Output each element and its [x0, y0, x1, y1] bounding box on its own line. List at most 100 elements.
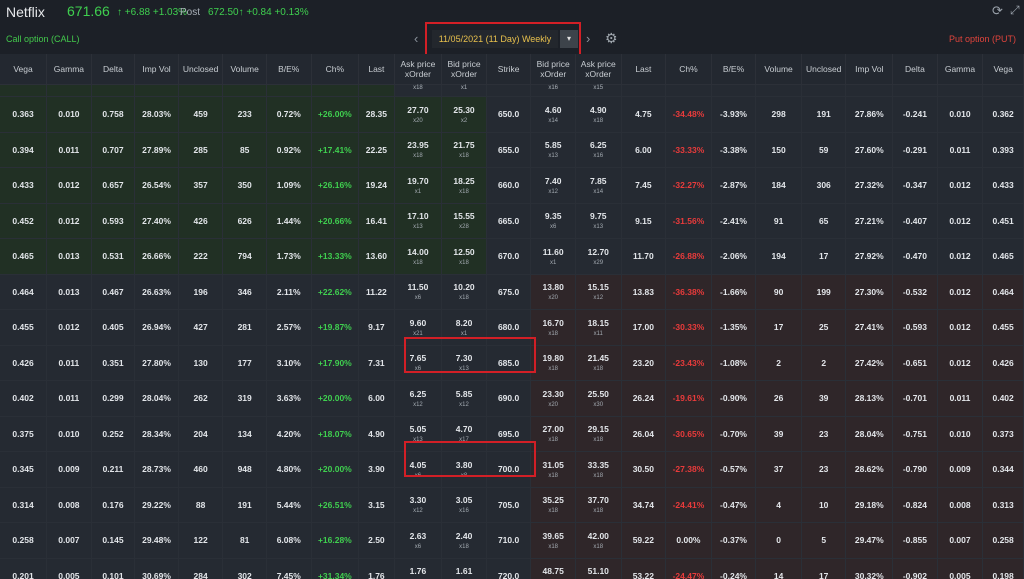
- call-bid-cell[interactable]: 12.50 x18: [441, 238, 487, 275]
- table-row[interactable]: 0.394 0.011 0.707 27.89% 285 85 0.92% +17.41% 22…: [0, 132, 1024, 168]
- column-header[interactable]: Volume: [222, 54, 267, 85]
- call-bid-cell[interactable]: 10.20 x18: [441, 274, 487, 310]
- column-header[interactable]: Imp Vol: [845, 54, 894, 85]
- table-row[interactable]: 0.375 0.010 0.252 28.34% 204 134 4.20% +18.07% 4…: [0, 416, 1024, 452]
- put-ask-cell[interactable]: 37.70 x18: [575, 487, 622, 523]
- column-header[interactable]: Bid price xOrder: [530, 54, 576, 85]
- column-header[interactable]: Last: [358, 54, 395, 85]
- column-header[interactable]: Vega: [982, 54, 1024, 85]
- chevron-down-icon[interactable]: ▾: [560, 30, 578, 48]
- call-bid-cell[interactable]: 1.61x10: [441, 558, 487, 579]
- column-header[interactable]: Ch%: [665, 54, 712, 85]
- put-bid-cell[interactable]: 7.40 x12: [530, 167, 576, 204]
- column-header[interactable]: Gamma: [46, 54, 92, 85]
- put-ask-cell[interactable]: 29.15 x18: [575, 416, 622, 452]
- put-ask-cell[interactable]: 12.70 x29: [575, 238, 622, 275]
- call-ask-cell[interactable]: 9.60 x21: [394, 309, 443, 346]
- table-row[interactable]: 0.426 0.011 0.351 27.80% 130 177 3.10% +17.90% 7…: [0, 345, 1024, 381]
- column-header[interactable]: Delta: [892, 54, 938, 85]
- call-ask-cell[interactable]: 5.05 x13: [394, 416, 443, 452]
- call-ask-cell[interactable]: 3.30 x12: [394, 487, 443, 523]
- put-bid-cell[interactable]: 39.65 x18: [530, 522, 576, 559]
- call-ask-cell[interactable]: 7.65 x6: [394, 345, 443, 381]
- put-bid-cell[interactable]: 27.00 x18: [530, 416, 576, 452]
- column-header[interactable]: Unclosed: [178, 54, 224, 85]
- put-bid-cell[interactable]: 5.85 x13: [530, 132, 576, 168]
- table-row[interactable]: 0.464 0.013 0.467 26.63% 196 346 2.11% +22.62% 1…: [0, 274, 1024, 310]
- call-bid-cell[interactable]: 2.40 x18: [441, 522, 487, 559]
- column-header[interactable]: B/E%: [711, 54, 757, 85]
- column-header[interactable]: Delta: [91, 54, 136, 85]
- call-ask-cell[interactable]: 2.63 x6: [394, 522, 443, 559]
- put-ask-cell[interactable]: 7.85 x14: [575, 167, 622, 204]
- prev-expiry-icon[interactable]: ‹: [414, 31, 418, 46]
- call-bid-cell[interactable]: 15.55 x28: [441, 203, 487, 239]
- table-row[interactable]: 0.314 0.008 0.176 29.22% 88 191 5.44% +26.51% 3.…: [0, 487, 1024, 523]
- put-ask-cell[interactable]: 42.00 x18: [575, 522, 622, 559]
- put-bid-cell[interactable]: 31.05 x18: [530, 451, 576, 488]
- put-bid-cell[interactable]: 16.70 x18: [530, 309, 576, 346]
- call-ask-cell[interactable]: 17.10 x13: [394, 203, 443, 239]
- call-bid-cell[interactable]: 3.80 x8: [441, 451, 487, 488]
- expiry-select[interactable]: 11/05/2021 (11 Day) Weekly: [432, 30, 558, 48]
- call-ask-cell[interactable]: 1.76x4: [394, 558, 443, 579]
- column-header[interactable]: Ask price xOrder: [394, 54, 443, 85]
- column-header[interactable]: Volume: [755, 54, 802, 85]
- call-ask-cell[interactable]: 6.25 x12: [394, 380, 443, 417]
- call-ask-cell[interactable]: 19.70 x1: [394, 167, 443, 204]
- put-ask-cell[interactable]: 51.10x1: [575, 558, 622, 579]
- column-header[interactable]: Last: [621, 54, 667, 85]
- call-bid-cell[interactable]: 8.20 x1: [441, 309, 487, 346]
- put-ask-cell[interactable]: 25.50 x30: [575, 380, 622, 417]
- call-bid-cell[interactable]: 25.30 x2: [441, 96, 487, 133]
- call-ask-cell[interactable]: 23.95 x18: [394, 132, 443, 168]
- put-bid-cell[interactable]: 19.80 x18: [530, 345, 576, 381]
- column-header[interactable]: Unclosed: [801, 54, 847, 85]
- call-ask-cell[interactable]: 11.50 x6: [394, 274, 443, 310]
- table-row[interactable]: 0.452 0.012 0.593 27.40% 426 626 1.44% +20.66% 1…: [0, 203, 1024, 239]
- call-bid-cell[interactable]: 21.75 x18: [441, 132, 487, 168]
- put-ask-cell[interactable]: 9.75 x13: [575, 203, 622, 239]
- put-bid-cell[interactable]: 35.25 x18: [530, 487, 576, 523]
- table-row[interactable]: 0.363 0.010 0.758 28.03% 459 233 0.72% +26.00% 2…: [0, 96, 1024, 133]
- put-ask-cell[interactable]: 6.25 x16: [575, 132, 622, 168]
- put-ask-cell[interactable]: 21.45 x18: [575, 345, 622, 381]
- call-bid-cell[interactable]: 4.70 x17: [441, 416, 487, 452]
- table-row[interactable]: 0.465 0.013 0.531 26.66% 222 794 1.73% +13.33% 1…: [0, 238, 1024, 275]
- call-ask-cell[interactable]: 27.70 x20: [394, 96, 443, 133]
- put-ask-cell[interactable]: 4.90 x18: [575, 96, 622, 133]
- call-bid-cell[interactable]: 7.30 x13: [441, 345, 487, 381]
- call-ask-cell[interactable]: 4.05 x6: [394, 451, 443, 488]
- put-bid-cell[interactable]: 13.80 x20: [530, 274, 576, 310]
- column-header[interactable]: Vega: [0, 54, 48, 85]
- expand-icon[interactable]: ⤢: [1010, 3, 1020, 18]
- put-bid-cell[interactable]: 11.60 x1: [530, 238, 576, 275]
- column-header[interactable]: Ch%: [311, 54, 360, 85]
- put-bid-cell[interactable]: 23.30 x20: [530, 380, 576, 417]
- call-bid-cell[interactable]: 3.05 x16: [441, 487, 487, 523]
- next-expiry-icon[interactable]: ›: [586, 31, 590, 46]
- column-header[interactable]: Bid price xOrder: [441, 54, 487, 85]
- column-header[interactable]: Ask price xOrder: [575, 54, 622, 85]
- column-header[interactable]: Gamma: [937, 54, 984, 85]
- table-row[interactable]: 0.402 0.011 0.299 28.04% 262 319 3.63% +20.00% 6…: [0, 380, 1024, 417]
- refresh-icon[interactable]: ⟳: [992, 3, 1003, 19]
- table-row[interactable]: 0.258 0.007 0.145 29.48% 122 81 6.08% +16.28% 2.…: [0, 522, 1024, 559]
- put-bid-cell[interactable]: 9.35 x6: [530, 203, 576, 239]
- put-ask-cell[interactable]: 33.35 x18: [575, 451, 622, 488]
- call-bid-cell[interactable]: 5.85 x12: [441, 380, 487, 417]
- call-bid-cell[interactable]: 18.25 x18: [441, 167, 487, 204]
- call-ask-cell[interactable]: 14.00 x18: [394, 238, 443, 275]
- put-ask-cell[interactable]: 15.15 x12: [575, 274, 622, 310]
- put-ask-cell[interactable]: 18.15 x11: [575, 309, 622, 346]
- table-row[interactable]: 0.455 0.012 0.405 26.94% 427 281 2.57% +19.87% 9…: [0, 309, 1024, 346]
- column-header[interactable]: B/E%: [266, 54, 312, 85]
- table-row[interactable]: 0.201 0.005 0.101 30.69% 284 302 7.45% +31.34% 1…: [0, 558, 1024, 579]
- column-header[interactable]: Strike: [486, 54, 532, 85]
- put-bid-cell[interactable]: 48.75x18: [530, 558, 576, 579]
- table-row[interactable]: 0.345 0.009 0.211 28.73% 460 948 4.80% +20.00% 3…: [0, 451, 1024, 488]
- gear-icon[interactable]: ⚙: [605, 30, 618, 47]
- column-header[interactable]: Imp Vol: [134, 54, 179, 85]
- symbol-name[interactable]: Netflix: [6, 4, 45, 20]
- table-row[interactable]: 0.433 0.012 0.657 26.54% 357 350 1.09% +26.16% 1…: [0, 167, 1024, 204]
